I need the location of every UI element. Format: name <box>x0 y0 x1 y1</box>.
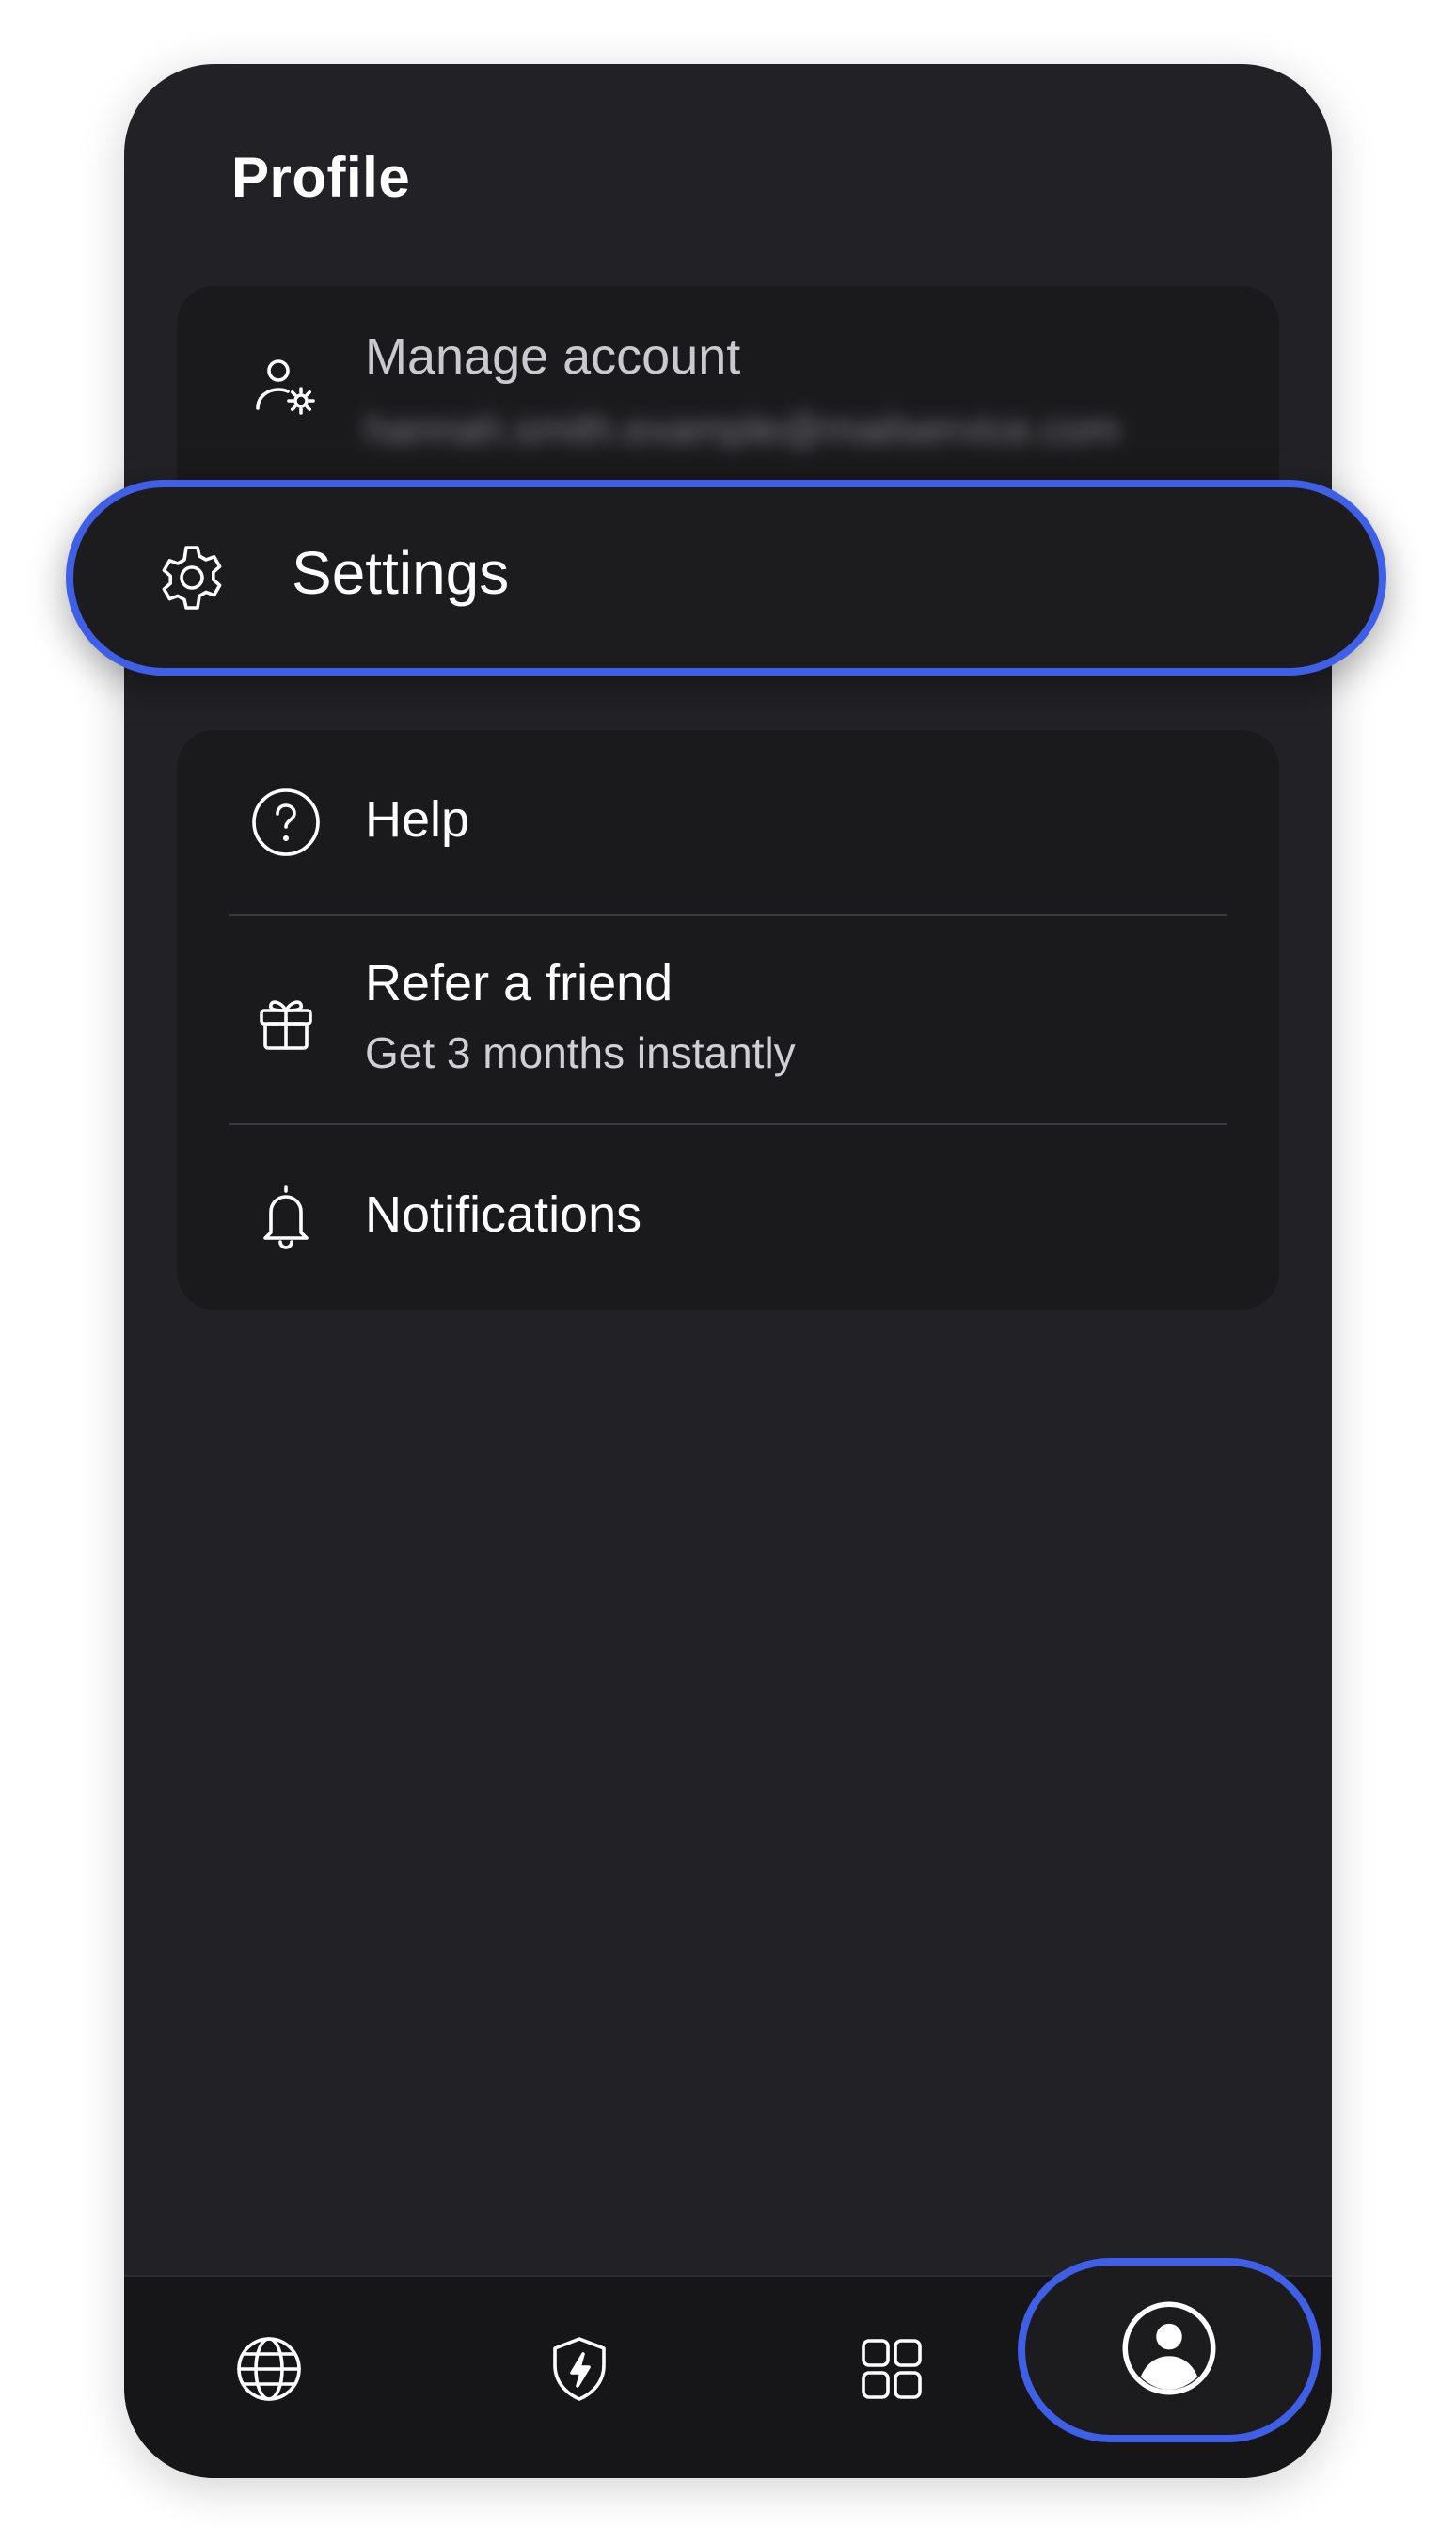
gift-icon <box>248 982 324 1057</box>
globe-icon <box>231 2331 307 2411</box>
help-circle-icon <box>248 785 324 860</box>
gear-icon <box>154 540 229 615</box>
menu-item-help[interactable]: Help <box>177 730 1279 914</box>
settings-label: Settings <box>292 539 510 607</box>
manage-account-label: Manage account <box>365 328 741 385</box>
bell-icon <box>248 1178 324 1253</box>
menu-item-label: Notifications <box>365 1186 642 1243</box>
menu-item-sublabel: Get 3 months instantly <box>365 1028 796 1077</box>
settings-row[interactable]: Settings <box>66 480 1386 676</box>
user-gear-icon <box>248 350 324 425</box>
nav-shield[interactable] <box>523 2314 636 2427</box>
profile-icon <box>1117 2297 1221 2405</box>
nav-globe[interactable] <box>213 2314 325 2427</box>
menu-item-notifications[interactable]: Notifications <box>177 1125 1279 1310</box>
account-email-redacted: hannah.smith.example@mailservice.com <box>365 406 1120 453</box>
page-title: Profile <box>231 146 411 209</box>
menu-card: Help Refer a friend Get 3 months instant… <box>177 730 1279 1310</box>
grid-icon <box>854 2331 929 2411</box>
menu-item-label: Refer a friend <box>365 955 673 1011</box>
menu-item-refer[interactable]: Refer a friend Get 3 months instantly <box>177 916 1279 1121</box>
nav-profile[interactable] <box>1018 2258 1321 2442</box>
phone-screen: Profile Manage account hannah.smith.exam… <box>124 64 1332 2478</box>
menu-item-label: Help <box>365 791 470 848</box>
nav-apps[interactable] <box>835 2314 948 2427</box>
shield-bolt-icon <box>542 2331 617 2411</box>
